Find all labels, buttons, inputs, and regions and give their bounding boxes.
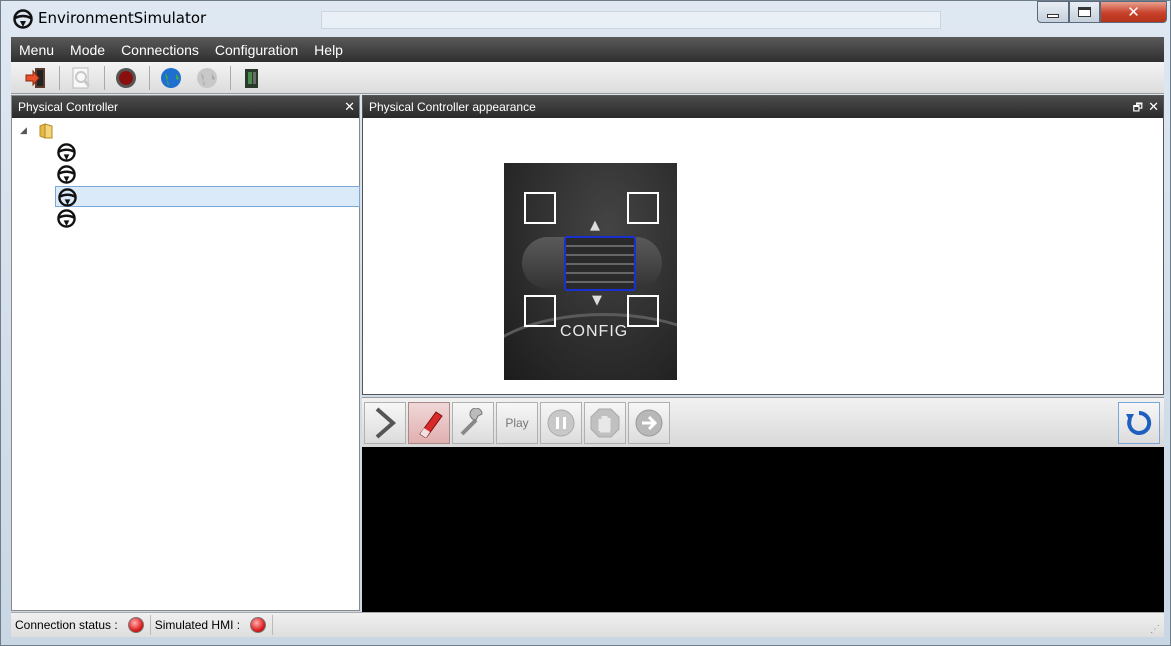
tree-item-controller-selected[interactable]	[55, 186, 360, 207]
controller-image: ▲ ▼ CONFIG	[504, 163, 677, 380]
hotspot-button-bottom-right[interactable]	[627, 295, 659, 327]
panel-header: Physical Controller appearance 🗗 ✕	[363, 96, 1163, 118]
physical-controller-panel: Physical Controller ✕ ◢	[11, 95, 360, 611]
pause-icon	[547, 409, 575, 437]
tree-item-controller[interactable]	[55, 208, 360, 229]
connection-status-label: Connection status :	[15, 618, 118, 632]
wrench-icon	[460, 408, 483, 436]
refresh-button[interactable]	[1118, 402, 1160, 444]
device-icon[interactable]	[239, 65, 265, 91]
close-icon: ✕	[1127, 3, 1140, 21]
steering-wheel-icon	[57, 165, 76, 184]
stop-hand-icon	[590, 408, 620, 438]
toolbar-separator	[230, 65, 231, 90]
status-bar: Connection status : Simulated HMI : ⋰	[11, 612, 1164, 637]
hotspot-button-top-left[interactable]	[524, 192, 556, 224]
forward-arrow-icon	[635, 409, 663, 437]
menu-item-help[interactable]: Help	[306, 42, 351, 58]
panel-title: Physical Controller appearance	[369, 100, 536, 114]
wrench-button[interactable]	[452, 402, 494, 444]
window-title: EnvironmentSimulator	[38, 9, 207, 27]
globe-connect-icon[interactable]	[158, 65, 184, 91]
panel-title: Physical Controller	[18, 100, 119, 114]
steering-wheel-icon	[58, 188, 77, 207]
eraser-icon	[419, 411, 443, 438]
toolbar-separator	[59, 65, 60, 90]
maximize-icon	[1078, 7, 1091, 17]
tree-item-controller[interactable]	[55, 164, 360, 185]
close-icon[interactable]: ✕	[344, 99, 355, 115]
refresh-icon	[1126, 410, 1152, 435]
pause-button[interactable]	[540, 402, 582, 444]
hotspot-scroll-wheel[interactable]	[564, 236, 636, 291]
output-console[interactable]	[362, 447, 1164, 612]
menu-item-mode[interactable]: Mode	[62, 42, 113, 58]
title-bar[interactable]: EnvironmentSimulator ✕	[1, 1, 1170, 37]
toolbar-separator	[149, 65, 150, 90]
hotspot-button-bottom-left[interactable]	[524, 295, 556, 327]
controller-tree: ◢	[12, 118, 360, 612]
hotspot-button-top-right[interactable]	[627, 192, 659, 224]
steering-wheel-icon	[57, 209, 76, 228]
eraser-button[interactable]	[408, 402, 450, 444]
steering-wheel-icon	[57, 143, 76, 162]
play-label: Play	[505, 416, 529, 430]
minimize-icon	[1047, 14, 1059, 18]
expand-arrow-icon[interactable]: ◢	[20, 126, 27, 136]
search-document-icon[interactable]	[68, 65, 94, 91]
next-chevron-icon	[375, 407, 397, 439]
resize-grip-icon[interactable]: ⋰	[1150, 624, 1160, 635]
config-label: CONFIG	[560, 323, 629, 340]
menu-item-menu[interactable]: Menu	[11, 42, 62, 58]
tree-item-controller[interactable]	[55, 142, 360, 163]
simulated-hmi-led-icon	[250, 617, 267, 633]
simulated-hmi-label: Simulated HMI :	[154, 618, 241, 632]
float-window-icon[interactable]: 🗗	[1133, 99, 1143, 118]
main-toolbar	[11, 62, 1164, 94]
connection-status-led-icon	[127, 617, 144, 633]
status-separator	[272, 615, 274, 635]
toolbar-separator	[104, 65, 105, 90]
folder-icon[interactable]	[39, 123, 53, 139]
menu-item-configuration[interactable]: Configuration	[207, 42, 306, 58]
minimize-button[interactable]	[1037, 1, 1069, 23]
down-arrow-icon: ▼	[592, 293, 602, 308]
record-icon[interactable]	[113, 65, 139, 91]
playback-toolbar: Play	[362, 397, 1164, 447]
menu-bar: Menu Mode Connections Configuration Help	[11, 37, 1164, 62]
close-button[interactable]: ✕	[1100, 1, 1167, 23]
controller-appearance-panel: Physical Controller appearance 🗗 ✕ ▲ ▼ C…	[362, 95, 1164, 395]
panel-header: Physical Controller ✕	[12, 96, 359, 118]
forward-button[interactable]	[628, 402, 670, 444]
up-arrow-icon: ▲	[590, 218, 600, 233]
main-window: EnvironmentSimulator ✕ Menu Mode Connect…	[0, 0, 1171, 646]
close-icon[interactable]: ✕	[1148, 99, 1159, 115]
steering-wheel-app-icon	[13, 9, 33, 29]
stop-button[interactable]	[584, 402, 626, 444]
background-window-ghost	[321, 11, 941, 29]
maximize-button[interactable]	[1069, 1, 1100, 23]
next-chevron-button[interactable]	[364, 402, 406, 444]
globe-disconnect-icon[interactable]	[194, 65, 220, 91]
play-button[interactable]: Play	[496, 402, 538, 444]
exit-icon[interactable]	[23, 65, 49, 91]
menu-item-connections[interactable]: Connections	[113, 42, 207, 58]
